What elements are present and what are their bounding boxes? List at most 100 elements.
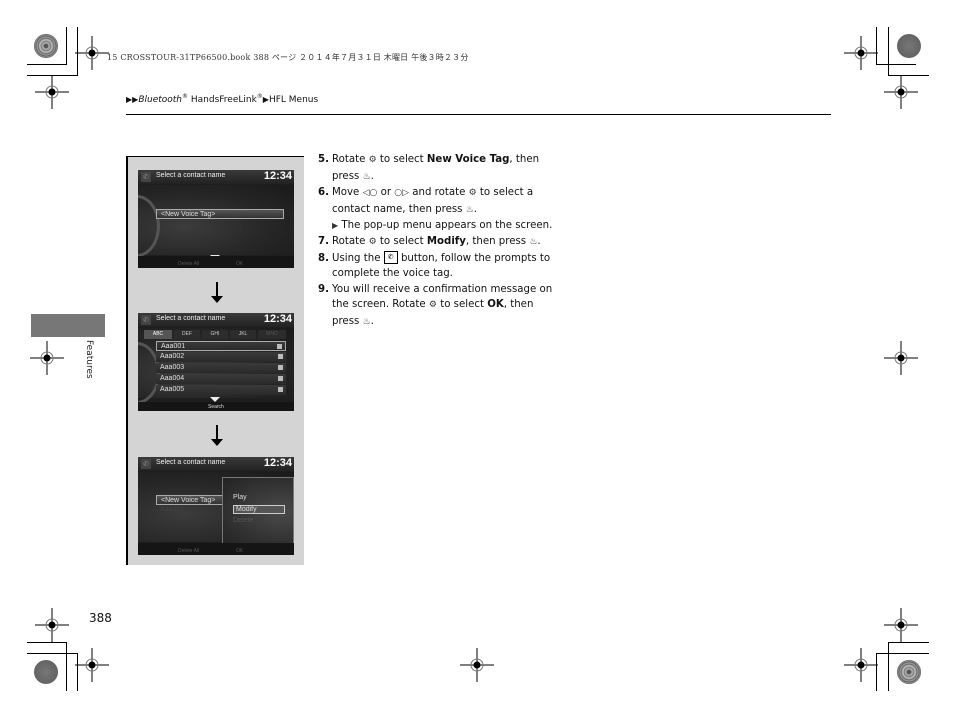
step-number: 6. xyxy=(318,187,329,199)
step-5: 5. Rotate ⚙ to select New Voice Tag, then… xyxy=(318,152,563,185)
crop-line xyxy=(27,653,78,654)
screen-contact-list: ✆ Select a contact name 12:34 ABC DEF GH… xyxy=(138,313,294,411)
section-label: Features xyxy=(84,340,94,379)
softkey-ok[interactable]: OK xyxy=(236,261,243,267)
interface-dial-rotate-icon: ⚙ xyxy=(468,188,477,199)
contact-name: Aaa005 xyxy=(160,386,185,393)
interface-dial-rotate-icon: ⚙ xyxy=(428,300,437,311)
softkey-bar: Search xyxy=(138,402,294,411)
tab-jkl[interactable]: JKL xyxy=(230,330,256,339)
registration-mark-icon xyxy=(35,608,69,642)
step-text: . xyxy=(370,170,374,182)
voice-icon: ✆ xyxy=(141,315,151,325)
crop-line xyxy=(876,64,916,65)
screen-title: Select a contact name xyxy=(156,459,226,466)
step-text: . xyxy=(537,235,541,247)
breadcrumb-hfl-menus[interactable]: HFL Menus xyxy=(269,95,318,105)
step-number: 8. xyxy=(318,252,329,264)
step-text: or xyxy=(377,187,395,199)
voice-icon: ✆ xyxy=(141,172,151,182)
contact-name: Aaa004 xyxy=(160,375,185,382)
contact-row[interactable]: Aaa005 xyxy=(156,385,286,395)
contact-name: Aaa002 xyxy=(160,353,185,360)
new-voice-tag-row[interactable]: <New Voice Tag> xyxy=(156,495,226,505)
step-text: . xyxy=(370,315,374,327)
tab-def[interactable]: DEF xyxy=(174,330,200,339)
softkey-delete-all[interactable]: Delete All xyxy=(178,548,199,554)
step-text: Using the xyxy=(332,252,384,264)
step-text: to select xyxy=(376,154,427,165)
contact-row[interactable]: Aaa003 xyxy=(156,363,286,373)
interface-dial-press-icon: ♨ xyxy=(362,316,371,327)
softkey-ok[interactable]: OK xyxy=(236,548,243,554)
step-number: 7. xyxy=(318,235,329,247)
contact-name: Aaa001 xyxy=(161,343,186,350)
contact-row[interactable]: Aaa004 xyxy=(156,374,286,384)
step-text: to select xyxy=(436,299,488,311)
screen-topbar: ✆ Select a contact name 12:34 xyxy=(138,457,294,471)
screen-title: Select a contact name xyxy=(156,315,226,322)
registration-mark-icon xyxy=(75,36,109,70)
contact-row[interactable]: Aaa002 xyxy=(156,352,286,362)
softkey-search[interactable]: Search xyxy=(208,404,224,410)
screen-body xyxy=(138,185,294,257)
step-text: Rotate xyxy=(332,154,369,165)
header-rule xyxy=(126,114,831,115)
screen-clock: 12:34 xyxy=(263,313,292,325)
step-number: 5. xyxy=(318,154,329,165)
registration-mark-icon xyxy=(35,75,69,109)
popup-menu: Play Modify Delete xyxy=(222,477,294,547)
step-text: to select xyxy=(376,235,427,247)
phone-icon xyxy=(278,387,283,392)
tab-mno[interactable]: MNO xyxy=(258,330,286,339)
section-tab xyxy=(31,314,105,337)
step-7: 7. Rotate ⚙ to select Modify, then press … xyxy=(318,234,563,251)
breadcrumb-bluetooth[interactable]: Bluetooth xyxy=(138,95,182,105)
crop-line xyxy=(877,653,929,654)
interface-dial-press-icon: ♨ xyxy=(465,204,474,215)
page-number: 388 xyxy=(89,611,112,625)
step-emphasis: Modify xyxy=(426,235,466,247)
popup-option-play[interactable]: Play xyxy=(233,494,247,501)
contact-row[interactable]: Aaa001 xyxy=(156,341,286,351)
crop-line xyxy=(27,64,67,65)
note-text: The pop-up menu appears on the screen. xyxy=(341,220,553,232)
phone-icon xyxy=(278,376,283,381)
screen-new-voice-tag: ✆ Select a contact name 12:34 <New Voice… xyxy=(138,170,294,268)
step-6: 6. Move ◁○ or ○▷ and rotate ⚙ to select a… xyxy=(318,185,563,234)
crop-line xyxy=(889,642,929,643)
screen-popup-menu: ✆ Select a contact name 12:34 <New Voice… xyxy=(138,457,294,555)
softkey-delete-all[interactable]: Delete All xyxy=(178,261,199,267)
tab-ghi[interactable]: GHI xyxy=(202,330,228,339)
phone-icon xyxy=(278,365,283,370)
registration-mark-icon xyxy=(884,608,918,642)
down-arrow-icon xyxy=(211,282,223,303)
file-header: 15 CROSSTOUR-31TP66500.book 388 ページ ２０１４… xyxy=(107,53,469,62)
step-note: ▶ The pop-up menu appears on the screen. xyxy=(332,218,563,234)
registration-mark-icon xyxy=(75,648,109,682)
breadcrumb-handsfreelink[interactable]: HandsFreeLink xyxy=(188,95,257,105)
registration-mark-icon xyxy=(460,648,494,682)
screen-title: Select a contact name xyxy=(156,172,226,179)
crop-line xyxy=(66,27,67,65)
breadcrumb: ▶▶Bluetooth® HandsFreeLink®▶HFL Menus xyxy=(126,93,318,105)
screen-topbar: ✆ Select a contact name 12:34 xyxy=(138,313,294,327)
new-voice-tag-row[interactable]: <New Voice Tag> xyxy=(156,209,284,219)
crop-line xyxy=(888,27,889,76)
step-emphasis: OK xyxy=(487,299,504,311)
figure-panel: ✆ Select a contact name 12:34 <New Voice… xyxy=(126,156,304,565)
voice-icon: ✆ xyxy=(141,459,151,469)
tab-abc[interactable]: ABC xyxy=(144,330,172,339)
registration-mark-icon xyxy=(30,341,64,375)
registration-mark-icon xyxy=(884,341,918,375)
talk-button-icon: ✆ xyxy=(383,251,398,265)
popup-option-delete[interactable]: Delete xyxy=(233,517,253,524)
dial-arc xyxy=(138,195,160,257)
popup-option-modify[interactable]: Modify xyxy=(233,505,285,514)
move-right-icon: ○▷ xyxy=(394,188,410,199)
contact-name: Aaa003 xyxy=(160,364,185,371)
contact-row[interactable]: Aaa001 xyxy=(160,506,184,513)
phone-icon xyxy=(277,344,282,349)
alphabet-tabs: ABC DEF GHI JKL MNO xyxy=(144,330,290,339)
phone-icon xyxy=(278,354,283,359)
